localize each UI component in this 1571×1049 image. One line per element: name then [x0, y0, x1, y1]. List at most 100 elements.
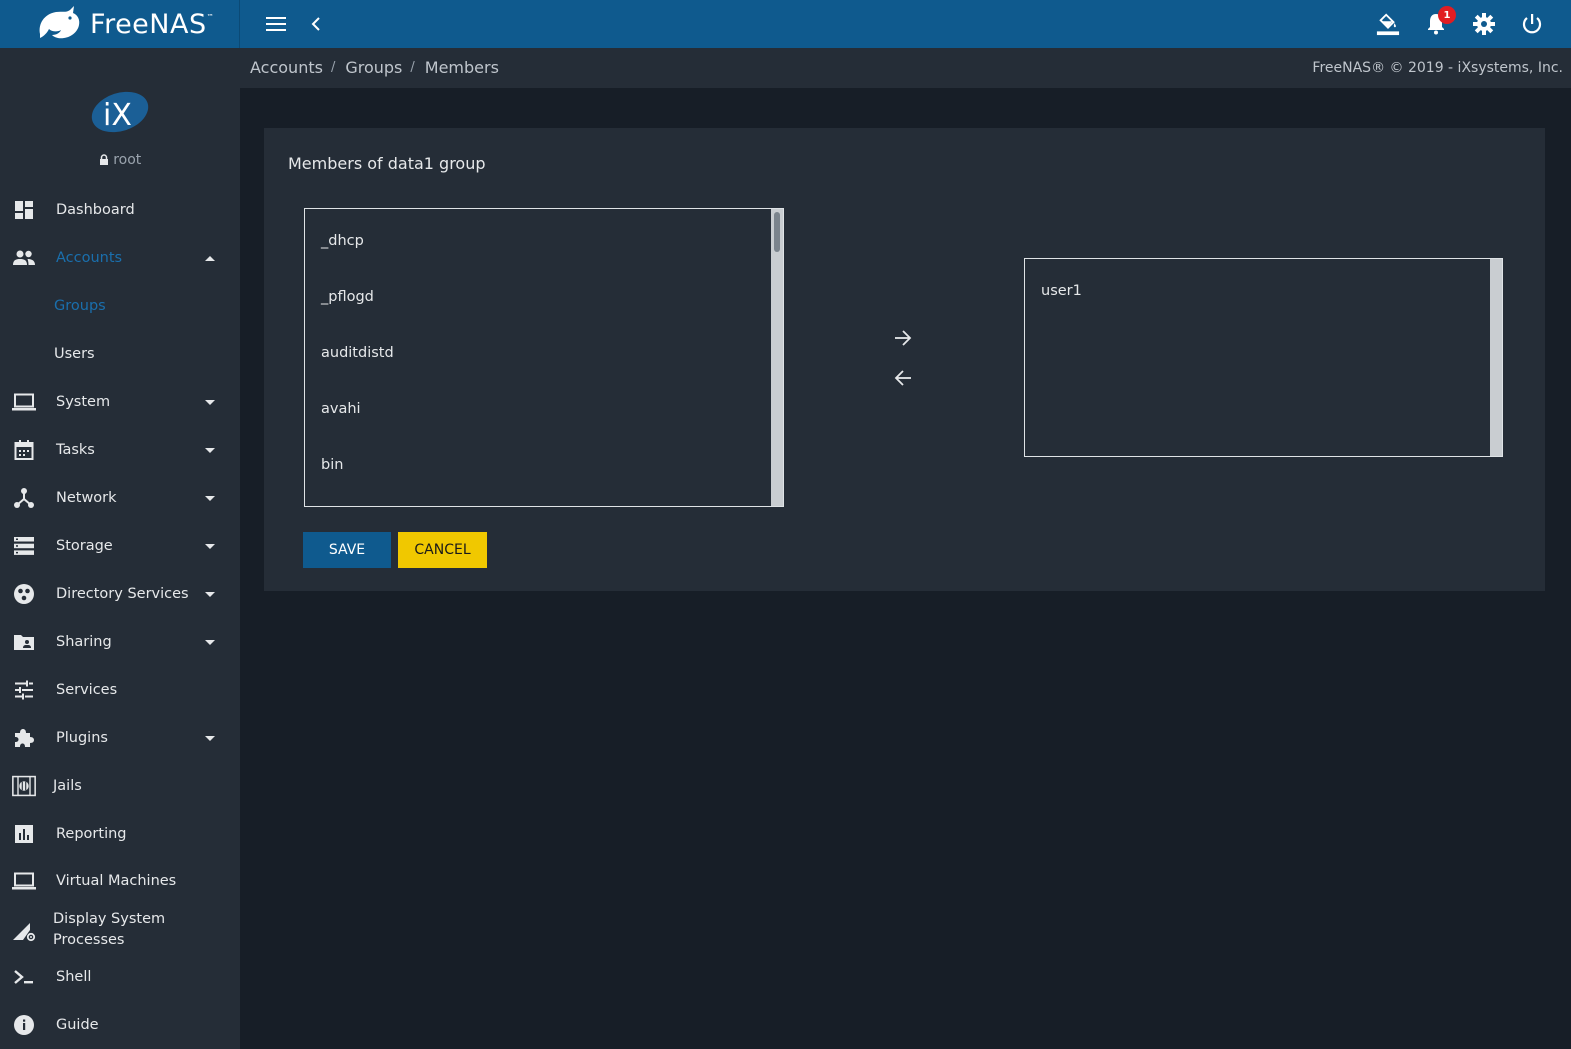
breadcrumb-accounts[interactable]: Accounts	[250, 58, 323, 77]
sidebar-item-display-system-processes[interactable]: Display System Processes	[0, 905, 240, 955]
freenas-logo-icon	[39, 6, 80, 39]
sidebar-item-label: Plugins	[56, 730, 108, 746]
sidebar-item-groups[interactable]: Groups	[0, 282, 240, 330]
sidebar-item-label: Display System Processes	[53, 911, 166, 948]
sidebar-item-directory-services[interactable]: Directory Services	[0, 570, 240, 618]
settings-cell-icon	[12, 919, 36, 943]
current-user: root	[0, 152, 240, 168]
sidebar-item-label: Reporting	[56, 826, 127, 842]
power-button[interactable]	[1520, 12, 1544, 36]
chevron-down-icon	[205, 399, 215, 405]
sidebar-item-label: Accounts	[56, 250, 123, 266]
storage-icon	[12, 534, 36, 558]
puzzle-icon	[12, 726, 36, 750]
list-item[interactable]: _pflogd	[321, 289, 374, 305]
selected-members-list[interactable]: user1	[1024, 258, 1503, 457]
chevron-left-icon	[311, 17, 320, 31]
sidebar-item-system[interactable]: System	[0, 378, 240, 426]
chevron-down-icon	[205, 543, 215, 549]
add-member-button[interactable]	[891, 326, 915, 350]
dashboard-icon	[12, 198, 36, 222]
list-item[interactable]: auditdistd	[321, 345, 394, 361]
info-icon	[12, 1013, 36, 1037]
card-title: Members of data1 group	[288, 154, 486, 173]
laptop-icon	[12, 869, 36, 893]
people-icon	[12, 246, 36, 270]
scrollbar[interactable]	[771, 209, 783, 506]
available-users-list[interactable]: _dhcp _pflogd auditdistd avahi bin	[304, 208, 784, 507]
list-item[interactable]: bin	[321, 457, 343, 473]
breadcrumb-members: Members	[424, 58, 499, 77]
sidebar-item-dashboard[interactable]: Dashboard	[0, 186, 240, 234]
breadcrumb-bar: Accounts / Groups / Members FreeNAS® © 2…	[240, 48, 1571, 88]
sidebar-item-storage[interactable]: Storage	[0, 522, 240, 570]
list-item[interactable]: _dhcp	[321, 233, 364, 249]
sidebar-item-label: Guide	[56, 1017, 99, 1033]
gear-icon	[1473, 13, 1495, 35]
terminal-icon	[12, 965, 36, 989]
scrollbar-thumb[interactable]	[774, 212, 780, 252]
sidebar-item-accounts[interactable]: Accounts	[0, 234, 240, 282]
breadcrumb-separator: /	[330, 60, 336, 75]
calendar-icon	[12, 438, 36, 462]
sidebar-item-label: Sharing	[56, 634, 112, 650]
list-item[interactable]: avahi	[321, 401, 361, 417]
sidebar-item-label: Dashboard	[56, 202, 135, 218]
sidebar-item-sharing[interactable]: Sharing	[0, 618, 240, 666]
list-item[interactable]: user1	[1041, 283, 1082, 299]
sidebar-item-label: Storage	[56, 538, 113, 554]
brand[interactable]: FreeNAS™	[0, 0, 240, 48]
sidebar-item-plugins[interactable]: Plugins	[0, 714, 240, 762]
brand-name: FreeNAS™	[90, 8, 215, 40]
sidebar-item-label: System	[56, 394, 111, 410]
sidebar-item-services[interactable]: Services	[0, 666, 240, 714]
sidebar-item-label: Virtual Machines	[56, 873, 177, 889]
sidebar-item-label: Users	[54, 346, 95, 362]
cancel-button[interactable]: CANCEL	[398, 532, 487, 568]
theme-button[interactable]	[1376, 12, 1400, 36]
jail-icon	[12, 774, 36, 798]
settings-button[interactable]	[1472, 12, 1496, 36]
breadcrumb-separator: /	[410, 60, 415, 75]
sidebar-item-users[interactable]: Users	[0, 330, 240, 378]
copyright-text: FreeNAS® © 2019 - iXsystems, Inc.	[1312, 60, 1563, 76]
hamburger-icon	[266, 17, 286, 31]
chevron-down-icon	[205, 495, 215, 501]
sidebar-item-label: Shell	[56, 969, 92, 985]
remove-member-button[interactable]	[891, 366, 915, 390]
sidebar-item-guide[interactable]: Guide	[0, 1001, 240, 1049]
notification-badge: 1	[1438, 6, 1456, 24]
breadcrumb-groups[interactable]: Groups	[345, 58, 402, 77]
scrollbar[interactable]	[1490, 259, 1502, 456]
sidebar-item-shell[interactable]: Shell	[0, 953, 240, 1001]
username: root	[113, 152, 142, 168]
chevron-up-icon	[205, 255, 215, 261]
menu-toggle-button[interactable]	[264, 12, 288, 36]
svg-text:iX: iX	[103, 98, 132, 133]
network-icon	[12, 486, 36, 510]
sidebar-item-tasks[interactable]: Tasks	[0, 426, 240, 474]
save-button[interactable]: SAVE	[303, 532, 391, 568]
power-icon	[1522, 14, 1542, 34]
sidebar-item-reporting[interactable]: Reporting	[0, 810, 240, 858]
chevron-down-icon	[205, 735, 215, 741]
top-bar: FreeNAS™ 1	[0, 0, 1571, 48]
sidebar-item-jails[interactable]: Jails	[0, 762, 240, 810]
sidebar-item-network[interactable]: Network	[0, 474, 240, 522]
notifications-button[interactable]: 1	[1424, 6, 1456, 36]
chevron-down-icon	[205, 639, 215, 645]
sidebar-item-label: Services	[56, 682, 118, 698]
members-card: Members of data1 group _dhcp _pflogd aud…	[264, 128, 1545, 591]
lock-icon	[99, 154, 108, 165]
chevron-down-icon	[205, 447, 215, 453]
collapse-sidebar-button[interactable]	[304, 12, 328, 36]
tune-icon	[12, 678, 36, 702]
sidebar-item-virtual-machines[interactable]: Virtual Machines	[0, 857, 240, 905]
chart-icon	[12, 822, 36, 846]
sidebar: iX root Dashboard Accounts Groups Users …	[0, 48, 240, 1049]
sidebar-item-label: Network	[56, 490, 117, 506]
directory-icon	[12, 582, 36, 606]
folder-shared-icon	[12, 630, 36, 654]
laptop-icon	[12, 390, 36, 414]
sidebar-item-label: Tasks	[56, 442, 95, 458]
